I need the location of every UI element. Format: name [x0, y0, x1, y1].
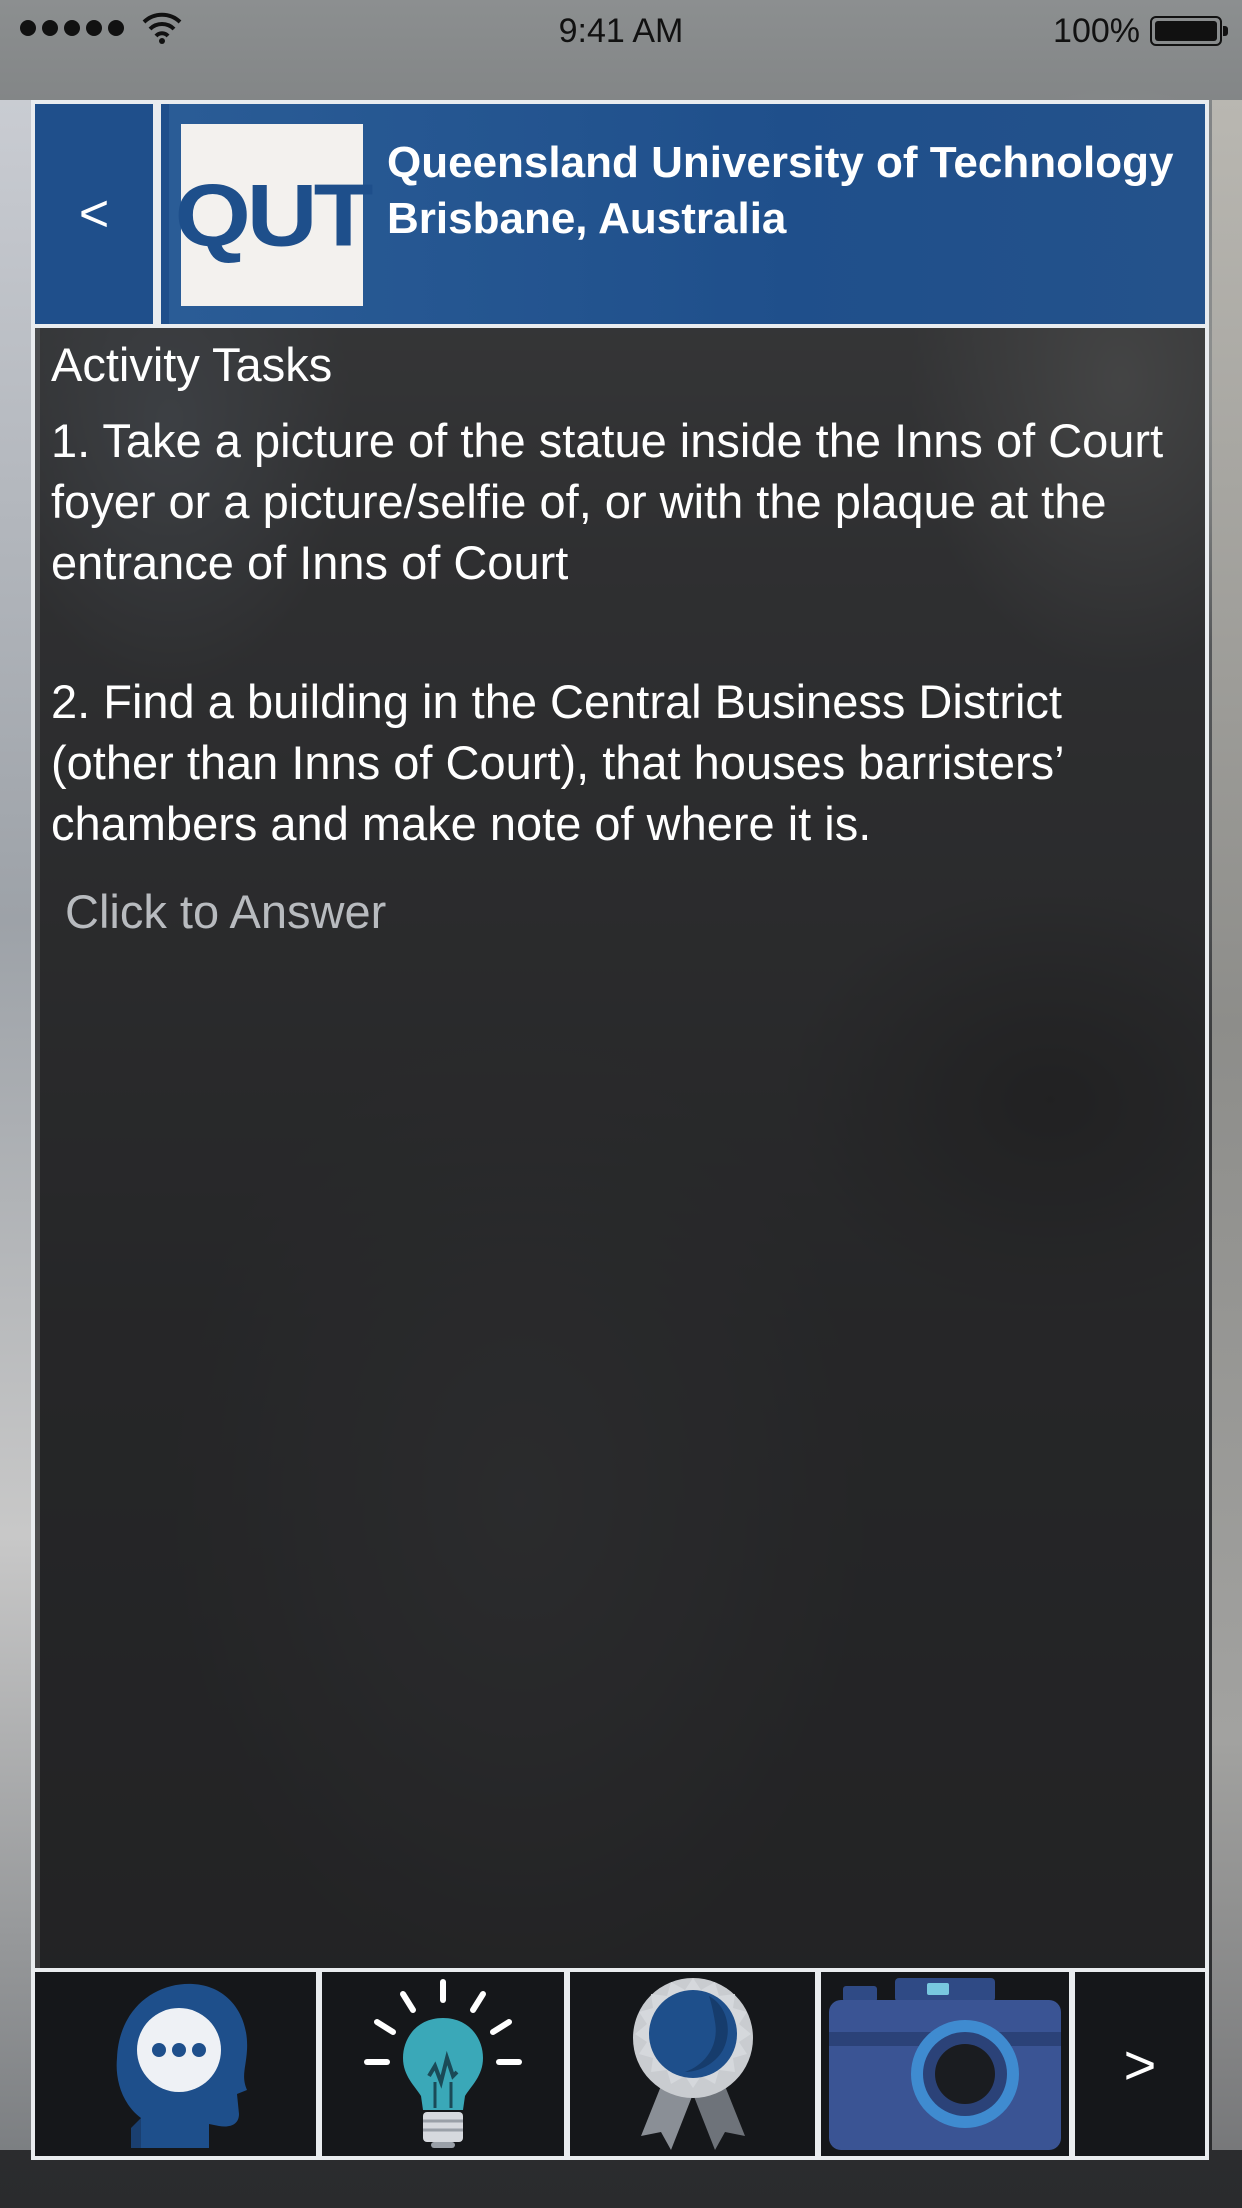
- award-ribbon-icon: [632, 1978, 753, 2150]
- app-frame: < QUT Queensland University of Technolog…: [31, 100, 1209, 2160]
- activity-content: Activity Tasks 1. Take a picture of the …: [35, 328, 1205, 1968]
- bottom-toolbar: >: [35, 1968, 1205, 2156]
- brand-banner: QUT Queensland University of Technology …: [169, 104, 1205, 324]
- qut-logo: QUT: [175, 124, 373, 306]
- background-photo-edge-right: [1212, 100, 1242, 2150]
- task-item: 2. Find a building in the Central Busine…: [51, 675, 1063, 850]
- battery-icon: [1150, 16, 1228, 46]
- toolbar-achievements-button[interactable]: [570, 1972, 821, 2156]
- task-item: 1. Take a picture of the statue inside t…: [51, 414, 1164, 589]
- university-location: Brisbane, Australia: [387, 194, 787, 243]
- qut-logo-text: QUT: [174, 165, 374, 265]
- section-title: Activity Tasks: [51, 338, 333, 391]
- battery-percentage: 100%: [1053, 12, 1140, 50]
- lightbulb-icon: [364, 1979, 522, 2148]
- toolbar-next-button[interactable]: >: [1075, 1972, 1205, 2156]
- click-to-answer-button[interactable]: Click to Answer: [65, 884, 386, 939]
- back-button[interactable]: <: [35, 104, 161, 324]
- toolbar-discuss-button[interactable]: [35, 1972, 322, 2156]
- status-bar: 9:41 AM 100%: [0, 0, 1242, 60]
- toolbar-ideas-button[interactable]: [322, 1972, 570, 2156]
- toolbar-camera-button[interactable]: [821, 1972, 1075, 2156]
- camera-icon: [829, 1978, 1061, 2150]
- university-name: Queensland University of Technology: [387, 138, 1174, 187]
- thinking-head-icon: [116, 1983, 247, 2148]
- header: < QUT Queensland University of Technolog…: [35, 104, 1205, 328]
